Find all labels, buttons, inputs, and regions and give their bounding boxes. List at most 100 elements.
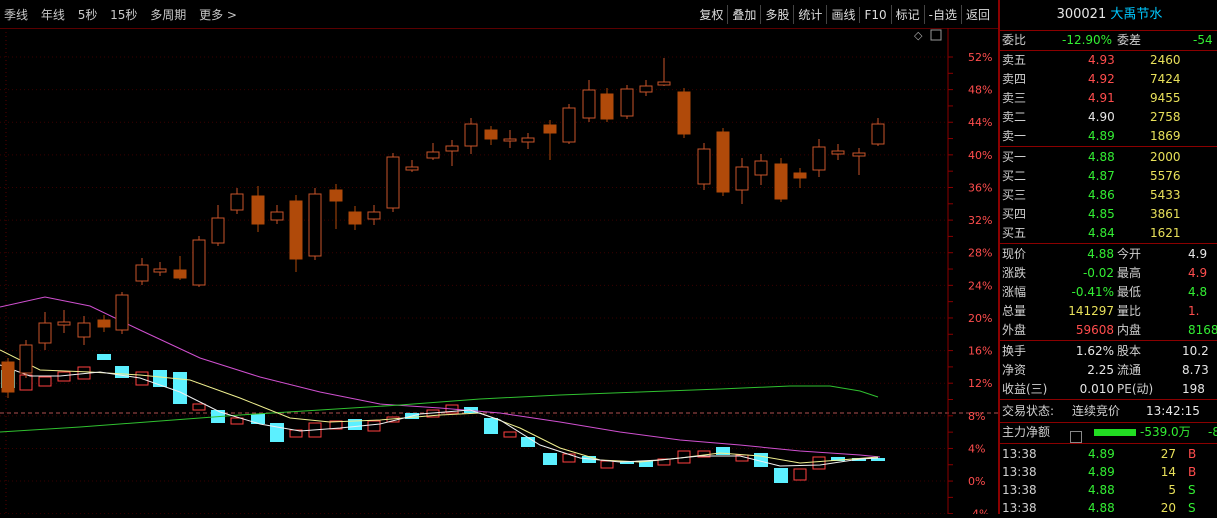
tick-row[interactable]: 13:38 4.89 14 B xyxy=(1000,463,1217,482)
bid-row[interactable]: 买二 4.87 5576 xyxy=(1000,167,1217,186)
y-axis-layer: 52% 48% 44% 40% 36% 32% 28% 24% 20% 16% 12% 8% 4% 0% -… xyxy=(947,28,992,518)
adjust-button[interactable]: 复权 xyxy=(695,5,727,24)
quote-label: 外盘 xyxy=(1002,323,1027,337)
price-candle xyxy=(639,85,653,93)
y-tick-label: 12% xyxy=(968,377,992,390)
quote-row[interactable]: 涨幅 -0.41% 最低 4.8 xyxy=(1000,283,1217,302)
volume-bar xyxy=(230,417,244,425)
bid-price: 4.88 xyxy=(1088,150,1115,164)
price-candle xyxy=(348,211,362,225)
volume-bar xyxy=(600,460,614,469)
tick-price: 4.88 xyxy=(1088,483,1115,497)
tab-year[interactable]: 年线 xyxy=(41,8,65,22)
kline-chart-area[interactable]: 52% 48% 44% 40% 36% 32% 28% 24% 20% 16% 12% 8% 4% 0% -… xyxy=(0,28,998,518)
stats-label-2: 股本 xyxy=(1117,344,1142,358)
main-flow-bar xyxy=(1094,429,1136,436)
tick-side: S xyxy=(1188,501,1196,515)
quote-value: 141297 xyxy=(1068,304,1114,318)
quote-label: 涨幅 xyxy=(1002,285,1027,299)
quote-label-2: 量比 xyxy=(1117,304,1142,318)
mark-button[interactable]: 标记 xyxy=(890,5,924,24)
window-toggle-icon[interactable] xyxy=(930,29,942,41)
bid-label: 买三 xyxy=(1002,188,1027,202)
ask-row[interactable]: 卖四 4.92 7424 xyxy=(1000,70,1217,89)
tick-price: 4.88 xyxy=(1088,501,1115,515)
bid-price: 4.84 xyxy=(1088,226,1115,240)
tab-more[interactable]: 更多 > xyxy=(199,8,237,22)
draw-line-button[interactable]: 画线 xyxy=(826,5,859,24)
price-candle xyxy=(582,89,596,119)
quote-value: -0.41% xyxy=(1071,285,1114,299)
stats-row[interactable]: 换手 1.62% 股本 10.2 xyxy=(1000,342,1217,361)
bid-label: 买五 xyxy=(1002,226,1027,240)
price-candle xyxy=(697,148,711,185)
price-candle xyxy=(793,172,807,179)
stock-name: 大禹节水 xyxy=(1110,7,1163,22)
quote-row[interactable]: 涨跌 -0.02 最高 4.9 xyxy=(1000,264,1217,283)
tick-row[interactable]: 13:38 4.89 27 B xyxy=(1000,445,1217,464)
price-candle xyxy=(97,319,111,328)
tab-15sec[interactable]: 15秒 xyxy=(110,8,137,22)
ask-row[interactable]: 卖一 4.89 1869 xyxy=(1000,127,1217,146)
volume-bar xyxy=(173,372,187,404)
quote-value-2: 8168 xyxy=(1188,323,1217,337)
tick-time: 13:38 xyxy=(1002,501,1037,515)
chart-toolbar: 季线 年线 5秒 15秒 多周期 更多 > 复权 叠加 多股 统计 画线 F10 标记 -自选… xyxy=(0,0,998,29)
bid-price: 4.85 xyxy=(1088,207,1115,221)
volume-bar xyxy=(812,456,826,470)
price-candle xyxy=(503,138,517,142)
remove-watchlist-button[interactable]: -自选 xyxy=(923,5,961,24)
price-candle xyxy=(735,166,749,191)
price-candle xyxy=(153,268,167,273)
price-candle xyxy=(677,91,691,135)
volume-bar xyxy=(774,468,788,483)
y-tick-label: 48% xyxy=(968,84,992,97)
y-tick-label: 4% xyxy=(968,442,985,455)
bid-row[interactable]: 买五 4.84 1621 xyxy=(1000,224,1217,243)
stats-button[interactable]: 统计 xyxy=(793,5,826,24)
trade-state-value: 连续竞价 xyxy=(1072,404,1121,418)
price-candle xyxy=(562,107,576,143)
quote-row[interactable]: 总量 141297 量比 1. xyxy=(1000,302,1217,321)
price-candle xyxy=(464,123,478,147)
quote-label: 总量 xyxy=(1002,304,1027,318)
tick-row[interactable]: 13:38 4.88 5 S xyxy=(1000,481,1217,500)
stock-header: 300021 大禹节水 xyxy=(1000,0,1217,30)
candle-layer xyxy=(1,58,885,398)
tick-volume: 27 xyxy=(1160,447,1176,461)
bid-row[interactable]: 买一 4.88 2000 xyxy=(1000,148,1217,167)
stats-label: 收益(三) xyxy=(1002,382,1048,396)
tab-multi-period[interactable]: 多周期 xyxy=(150,8,186,22)
price-candle xyxy=(135,264,149,282)
ask-row[interactable]: 卖二 4.90 2758 xyxy=(1000,108,1217,127)
diamond-icon[interactable]: ◇ xyxy=(914,29,923,42)
f10-button[interactable]: F10 xyxy=(859,7,890,23)
stats-value: 2.25 xyxy=(1087,363,1114,377)
quote-row[interactable]: 外盘 59608 内盘 8168 xyxy=(1000,321,1217,340)
bid-row[interactable]: 买三 4.86 5433 xyxy=(1000,186,1217,205)
main-flow-row: 主力净额 -539.0万 -8 xyxy=(1000,423,1217,443)
y-tick-label: -4% xyxy=(968,508,989,514)
quote-row[interactable]: 现价 4.88 今开 4.9 xyxy=(1000,245,1217,264)
back-button[interactable]: 返回 xyxy=(960,5,994,24)
ask-row[interactable]: 卖五 4.93 2460 xyxy=(1000,51,1217,70)
bid-price: 4.87 xyxy=(1088,169,1115,183)
tab-quarter[interactable]: 季线 xyxy=(4,8,28,22)
volume-bar xyxy=(543,453,557,465)
kline-chart-svg[interactable]: 52% 48% 44% 40% 36% 32% 28% 24% 20% 16% 12% 8% 4% 0% -… xyxy=(0,28,998,518)
multi-stock-button[interactable]: 多股 xyxy=(760,5,793,24)
bid-row[interactable]: 买四 4.85 3861 xyxy=(1000,205,1217,224)
overlay-button[interactable]: 叠加 xyxy=(727,5,760,24)
tick-row[interactable]: 13:38 4.88 20 S xyxy=(1000,499,1217,518)
volume-bar xyxy=(503,431,517,438)
tool-buttons: 复权 叠加 多股 统计 画线 F10 标记 -自选 返回 xyxy=(695,5,994,24)
stats-value: 0.010 xyxy=(1079,382,1114,396)
ask-row[interactable]: 卖三 4.91 9455 xyxy=(1000,89,1217,108)
stats-row[interactable]: 净资 2.25 流通 8.73 xyxy=(1000,361,1217,380)
tab-5sec[interactable]: 5秒 xyxy=(78,8,98,22)
volume-bar xyxy=(484,418,498,434)
stats-value-2: 10.2 xyxy=(1182,344,1209,358)
tick-time: 13:38 xyxy=(1002,465,1037,479)
volume-bar xyxy=(192,403,206,411)
stats-row[interactable]: 收益(三) 0.010 PE(动) 198 xyxy=(1000,380,1217,399)
